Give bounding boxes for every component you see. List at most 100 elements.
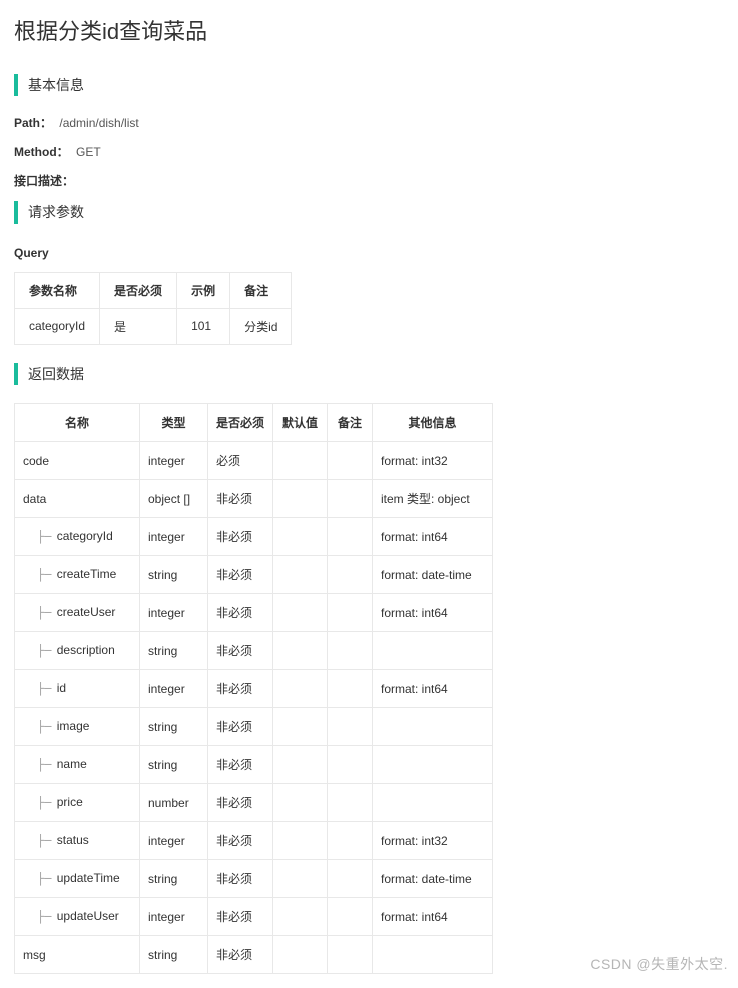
- field-name-cell: ├─ description: [15, 632, 140, 670]
- field-name-cell: ├─ name: [15, 746, 140, 784]
- table-cell: 非必须: [208, 746, 273, 784]
- table-cell: item 类型: object: [373, 480, 493, 518]
- field-name-cell: ├─ status: [15, 822, 140, 860]
- table-cell: [328, 898, 373, 936]
- field-name: updateTime: [53, 871, 119, 885]
- table-cell: [373, 936, 493, 974]
- table-cell: integer: [140, 594, 208, 632]
- table-cell: [273, 898, 328, 936]
- table-cell: integer: [140, 898, 208, 936]
- table-row: ├─ createUserinteger非必须format: int64: [15, 594, 493, 632]
- table-cell: 分类id: [230, 308, 292, 344]
- info-path: Path： /admin/dish/list: [14, 114, 724, 131]
- table-cell: [373, 632, 493, 670]
- watermark: CSDN @失重外太空.: [590, 954, 728, 974]
- resp-th-type: 类型: [140, 404, 208, 442]
- table-row: msgstring非必须: [15, 936, 493, 974]
- field-name: createTime: [53, 567, 116, 581]
- field-name-cell: ├─ price: [15, 784, 140, 822]
- field-name-cell: ├─ id: [15, 670, 140, 708]
- info-path-label: Path：: [14, 116, 52, 130]
- table-cell: [273, 518, 328, 556]
- query-header-row: 参数名称 是否必须 示例 备注: [15, 272, 292, 308]
- resp-th-note: 备注: [328, 404, 373, 442]
- field-name-cell: ├─ createUser: [15, 594, 140, 632]
- table-row: ├─ pricenumber非必须: [15, 784, 493, 822]
- table-cell: categoryId: [15, 308, 100, 344]
- table-cell: format: int64: [373, 898, 493, 936]
- table-cell: format: date-time: [373, 860, 493, 898]
- table-cell: string: [140, 708, 208, 746]
- table-row: ├─ statusinteger非必须format: int32: [15, 822, 493, 860]
- table-cell: string: [140, 556, 208, 594]
- tree-branch-icon: ├─: [37, 720, 51, 734]
- field-name-cell: msg: [15, 936, 140, 974]
- table-cell: [273, 632, 328, 670]
- table-row: ├─ descriptionstring非必须: [15, 632, 493, 670]
- query-th-note: 备注: [230, 272, 292, 308]
- table-cell: 非必须: [208, 860, 273, 898]
- response-table: 名称 类型 是否必须 默认值 备注 其他信息 codeinteger必须form…: [14, 403, 493, 974]
- table-cell: integer: [140, 442, 208, 480]
- table-cell: [273, 784, 328, 822]
- table-cell: [273, 670, 328, 708]
- table-cell: format: int64: [373, 518, 493, 556]
- table-row: ├─ namestring非必须: [15, 746, 493, 784]
- table-row: dataobject []非必须 item 类型: object: [15, 480, 493, 518]
- table-cell: integer: [140, 670, 208, 708]
- info-method-value: GET: [76, 145, 101, 159]
- resp-th-other: 其他信息: [373, 404, 493, 442]
- section-basic-info: 基本信息: [14, 74, 724, 96]
- tree-branch-icon: ├─: [37, 834, 51, 848]
- table-cell: 非必须: [208, 518, 273, 556]
- table-row: codeinteger必须format: int32: [15, 442, 493, 480]
- field-name: categoryId: [53, 529, 112, 543]
- table-cell: string: [140, 632, 208, 670]
- field-name: updateUser: [53, 909, 118, 923]
- tree-branch-icon: ├─: [37, 910, 51, 924]
- field-name-cell: ├─ categoryId: [15, 518, 140, 556]
- table-cell: string: [140, 746, 208, 784]
- table-cell: 非必须: [208, 708, 273, 746]
- field-name: image: [53, 719, 89, 733]
- table-row: ├─ image string非必须: [15, 708, 493, 746]
- table-cell: 非必须: [208, 556, 273, 594]
- table-cell: [328, 860, 373, 898]
- table-cell: 非必须: [208, 670, 273, 708]
- table-cell: 非必须: [208, 632, 273, 670]
- table-row: categoryId是101分类id: [15, 308, 292, 344]
- field-name-cell: code: [15, 442, 140, 480]
- query-header: Query: [14, 246, 724, 260]
- field-name: name: [53, 757, 86, 771]
- table-cell: 101: [177, 308, 230, 344]
- table-cell: [328, 670, 373, 708]
- tree-branch-icon: ├─: [37, 568, 51, 582]
- table-cell: object []: [140, 480, 208, 518]
- table-cell: [273, 442, 328, 480]
- page-title: 根据分类id查询菜品: [14, 14, 724, 46]
- table-cell: integer: [140, 518, 208, 556]
- field-name-cell: ├─ updateUser: [15, 898, 140, 936]
- table-cell: 非必须: [208, 822, 273, 860]
- table-cell: [328, 936, 373, 974]
- query-table: 参数名称 是否必须 示例 备注 categoryId是101分类id: [14, 272, 292, 345]
- table-cell: [328, 518, 373, 556]
- table-cell: [273, 860, 328, 898]
- query-th-example: 示例: [177, 272, 230, 308]
- tree-branch-icon: ├─: [37, 872, 51, 886]
- tree-branch-icon: ├─: [37, 530, 51, 544]
- table-cell: format: int64: [373, 594, 493, 632]
- section-request-params: 请求参数: [14, 201, 724, 223]
- field-name: price: [53, 795, 82, 809]
- field-name: id: [53, 681, 66, 695]
- table-row: ├─ updateUserinteger非必须format: int64: [15, 898, 493, 936]
- table-cell: integer: [140, 822, 208, 860]
- field-name-cell: data: [15, 480, 140, 518]
- table-cell: 非必须: [208, 480, 273, 518]
- table-cell: number: [140, 784, 208, 822]
- response-header-row: 名称 类型 是否必须 默认值 备注 其他信息: [15, 404, 493, 442]
- table-cell: [328, 442, 373, 480]
- table-cell: [328, 746, 373, 784]
- section-response-data: 返回数据: [14, 363, 724, 385]
- table-cell: [273, 594, 328, 632]
